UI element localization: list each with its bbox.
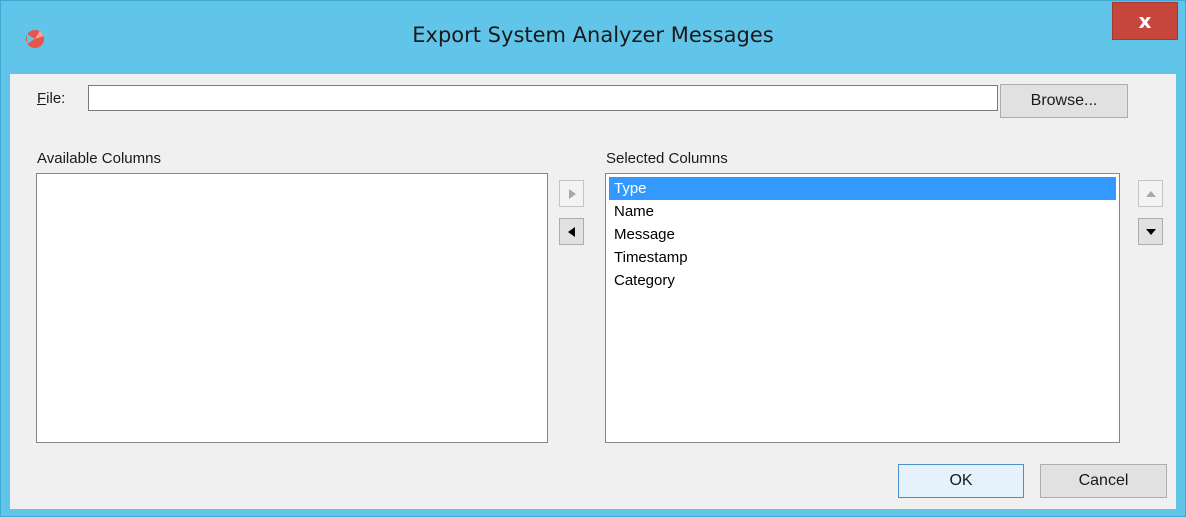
- move-down-button[interactable]: [1138, 218, 1163, 245]
- list-item[interactable]: Type: [609, 177, 1116, 200]
- browse-button[interactable]: Browse...: [1000, 84, 1128, 118]
- file-path-input[interactable]: [88, 85, 998, 111]
- list-item[interactable]: Timestamp: [609, 246, 1116, 269]
- list-item[interactable]: Name: [609, 200, 1116, 223]
- close-icon: x: [1138, 9, 1152, 33]
- selected-columns-label: Selected Columns: [606, 150, 728, 167]
- cancel-button[interactable]: Cancel: [1040, 464, 1167, 498]
- file-label: File:: [37, 90, 65, 107]
- file-label-mnemonic: F: [37, 90, 47, 107]
- add-column-button[interactable]: [559, 180, 584, 207]
- available-columns-list[interactable]: [36, 173, 548, 443]
- available-columns-label: Available Columns: [37, 150, 161, 167]
- window-title: Export System Analyzer Messages: [412, 23, 774, 47]
- ok-button[interactable]: OK: [898, 464, 1024, 498]
- selected-columns-list[interactable]: Type Name Message Timestamp Category: [605, 173, 1120, 443]
- list-item[interactable]: Message: [609, 223, 1116, 246]
- remove-column-button[interactable]: [559, 218, 584, 245]
- dialog-content: File: Browse... Available Columns Select…: [10, 74, 1176, 509]
- close-button[interactable]: x: [1112, 2, 1178, 40]
- move-up-button[interactable]: [1138, 180, 1163, 207]
- file-label-text: ile:: [46, 90, 66, 107]
- list-item[interactable]: Category: [609, 269, 1116, 292]
- title-bar[interactable]: Export System Analyzer Messages x: [1, 1, 1185, 73]
- triangle-right-icon: [568, 188, 576, 199]
- triangle-up-icon: [1145, 190, 1156, 197]
- triangle-left-icon: [567, 226, 575, 237]
- triangle-down-icon: [1145, 228, 1156, 235]
- export-dialog: Export System Analyzer Messages x File: …: [0, 0, 1186, 517]
